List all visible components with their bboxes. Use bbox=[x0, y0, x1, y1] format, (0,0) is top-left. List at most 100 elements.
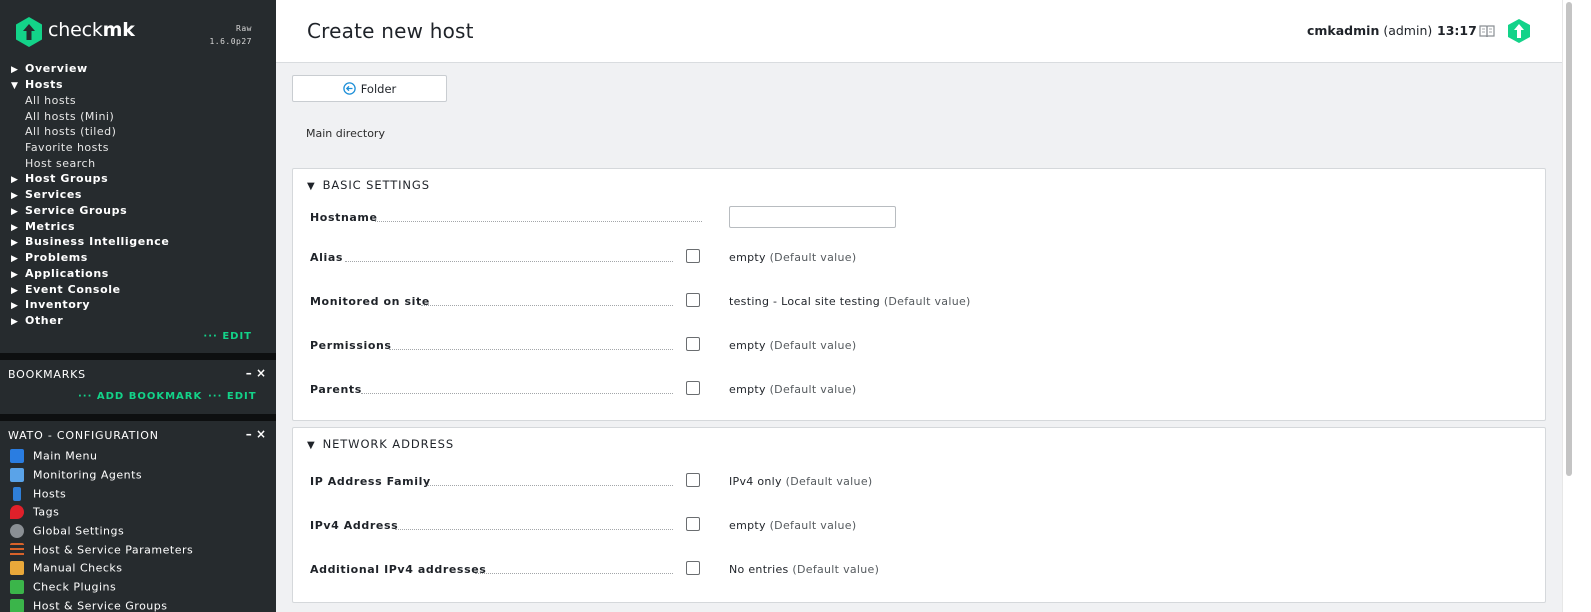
hostname-input[interactable] bbox=[729, 206, 896, 228]
network-address-header[interactable]: ▼ NETWORK ADDRESS bbox=[307, 437, 454, 451]
alias-value: empty (Default value) bbox=[729, 251, 857, 264]
plugin-icon bbox=[10, 580, 24, 594]
dotted-leader bbox=[395, 529, 673, 530]
dotted-leader bbox=[345, 261, 673, 262]
close-icon[interactable]: × bbox=[256, 427, 266, 441]
username: cmkadmin bbox=[1307, 23, 1380, 38]
folder-button[interactable]: Folder bbox=[292, 75, 447, 102]
expand-triangle-icon: ▶ bbox=[11, 65, 19, 75]
permissions-checkbox[interactable] bbox=[686, 337, 700, 351]
clock: 13:17 bbox=[1437, 23, 1477, 38]
logo-text: checkmk bbox=[48, 19, 135, 41]
checkmk-logo-icon[interactable] bbox=[16, 17, 42, 47]
page-title: Create new host bbox=[307, 19, 474, 43]
user-role: (admin) bbox=[1383, 23, 1433, 38]
expand-triangle-icon: ▶ bbox=[11, 317, 19, 327]
network-address-section: ▼ NETWORK ADDRESS IP Address Family IPv4 … bbox=[292, 427, 1546, 603]
ipv4-address-checkbox[interactable] bbox=[686, 517, 700, 531]
scrollbar-thumb[interactable] bbox=[1566, 2, 1572, 476]
page-scrollbar[interactable] bbox=[1562, 0, 1591, 612]
page-header: Create new host cmkadmin (admin) 13:17 bbox=[276, 0, 1562, 63]
wato-item-hosts[interactable]: Hosts bbox=[10, 487, 66, 503]
bookmarks-controls: – × bbox=[246, 366, 266, 380]
dotted-leader bbox=[361, 393, 673, 394]
bookmarks-title: BOOKMARKS bbox=[8, 368, 86, 381]
sidebar-item-services[interactable]: ▶ Services bbox=[11, 188, 82, 201]
wato-item-check-plugins[interactable]: Check Plugins bbox=[10, 580, 116, 596]
close-icon[interactable]: × bbox=[256, 366, 266, 380]
agent-icon bbox=[10, 468, 24, 482]
sidebar-subitem-all-hosts-mini[interactable]: All hosts (Mini) bbox=[25, 110, 114, 123]
ip-address-family-value: IPv4 only (Default value) bbox=[729, 475, 873, 488]
checkmk-header-logo-icon[interactable] bbox=[1508, 19, 1530, 43]
alias-row: Alias empty (Default value) bbox=[293, 248, 1545, 268]
expand-triangle-icon: ▶ bbox=[11, 270, 19, 280]
permissions-label: Permissions bbox=[310, 339, 392, 352]
sidebar-item-overview[interactable]: ▶ Overview bbox=[11, 62, 88, 75]
minimize-icon[interactable]: – bbox=[246, 427, 252, 441]
ip-address-family-row: IP Address Family IPv4 only (Default val… bbox=[293, 472, 1545, 492]
dotted-leader bbox=[421, 305, 673, 306]
sidebar-item-metrics[interactable]: ▶ Metrics bbox=[11, 220, 75, 233]
sidebar-item-inventory[interactable]: ▶ Inventory bbox=[11, 298, 90, 311]
folder-path: Main directory bbox=[306, 127, 385, 140]
dotted-leader bbox=[475, 573, 673, 574]
wato-item-host-service-parameters[interactable]: Host & Service Parameters bbox=[10, 543, 193, 559]
permissions-value: empty (Default value) bbox=[729, 339, 857, 352]
parents-checkbox[interactable] bbox=[686, 381, 700, 395]
hostname-row: Hostname bbox=[293, 206, 1545, 228]
wato-item-host-service-groups[interactable]: Host & Service Groups bbox=[10, 599, 168, 612]
sidebar-item-problems[interactable]: ▶ Problems bbox=[11, 251, 88, 264]
monitored-on-site-checkbox[interactable] bbox=[686, 293, 700, 307]
basic-settings-header[interactable]: ▼ BASIC SETTINGS bbox=[307, 178, 430, 192]
alias-checkbox[interactable] bbox=[686, 249, 700, 263]
wato-item-monitoring-agents[interactable]: Monitoring Agents bbox=[10, 468, 142, 484]
minimize-icon[interactable]: – bbox=[246, 366, 252, 380]
wato-item-manual-checks[interactable]: Manual Checks bbox=[10, 561, 123, 577]
wato-title: WATO - CONFIGURATION bbox=[8, 429, 159, 442]
collapse-triangle-icon: ▼ bbox=[307, 181, 316, 192]
expand-triangle-icon: ▶ bbox=[11, 191, 19, 201]
parents-label: Parents bbox=[310, 383, 362, 396]
parents-value: empty (Default value) bbox=[729, 383, 857, 396]
ipv4-address-label: IPv4 Address bbox=[310, 519, 399, 532]
sidebar-item-service-groups[interactable]: ▶ Service Groups bbox=[11, 204, 127, 217]
sidebar-item-event-console[interactable]: ▶ Event Console bbox=[11, 283, 121, 296]
monitored-on-site-row: Monitored on site testing - Local site t… bbox=[293, 292, 1545, 312]
additional-ipv4-checkbox[interactable] bbox=[686, 561, 700, 575]
wato-item-main-menu[interactable]: Main Menu bbox=[10, 449, 97, 465]
sidebar-item-host-groups[interactable]: ▶ Host Groups bbox=[11, 172, 108, 185]
bookmarks-snapin: BOOKMARKS – × ··· ADD BOOKMARK ··· EDIT bbox=[0, 360, 276, 414]
hand-icon bbox=[10, 561, 24, 575]
collapse-triangle-icon: ▼ bbox=[307, 440, 316, 451]
back-arrow-icon bbox=[342, 82, 356, 95]
user-info[interactable]: cmkadmin (admin) bbox=[1307, 23, 1432, 38]
sidebar-subitem-all-hosts-tiled[interactable]: All hosts (tiled) bbox=[25, 125, 116, 138]
permissions-row: Permissions empty (Default value) bbox=[293, 336, 1545, 356]
host-icon bbox=[13, 487, 21, 501]
dotted-leader bbox=[427, 485, 673, 486]
wato-item-tags[interactable]: Tags bbox=[10, 505, 59, 521]
bookmarks-edit-link[interactable]: ··· EDIT bbox=[208, 391, 257, 402]
ip-address-family-checkbox[interactable] bbox=[686, 473, 700, 487]
monitored-on-site-value: testing - Local site testing (Default va… bbox=[729, 295, 971, 308]
dotted-leader bbox=[389, 349, 673, 350]
hostname-label: Hostname bbox=[310, 211, 378, 224]
views-edit-link[interactable]: ··· EDIT bbox=[203, 331, 252, 342]
additional-ipv4-value: No entries (Default value) bbox=[729, 563, 880, 576]
add-bookmark-link[interactable]: ··· ADD BOOKMARK bbox=[78, 391, 202, 402]
sidebar-item-other[interactable]: ▶ Other bbox=[11, 314, 63, 327]
sidebar-item-hosts[interactable]: ▼ Hosts bbox=[11, 78, 63, 91]
wato-snapin: WATO - CONFIGURATION – × Main Menu Monit… bbox=[0, 421, 276, 612]
sidebar-subitem-favorite-hosts[interactable]: Favorite hosts bbox=[25, 141, 109, 154]
sidebar-subitem-all-hosts[interactable]: All hosts bbox=[25, 94, 76, 107]
ipv4-address-value: empty (Default value) bbox=[729, 519, 857, 532]
additional-ipv4-label: Additional IPv4 addresses bbox=[310, 563, 487, 576]
sidebar-subitem-host-search[interactable]: Host search bbox=[25, 157, 96, 170]
expand-triangle-icon: ▶ bbox=[11, 301, 19, 311]
wato-item-global-settings[interactable]: Global Settings bbox=[10, 524, 124, 540]
ipv4-address-row: IPv4 Address empty (Default value) bbox=[293, 516, 1545, 536]
book-icon[interactable] bbox=[1479, 24, 1495, 38]
sidebar-item-business-intelligence[interactable]: ▶ Business Intelligence bbox=[11, 235, 169, 248]
sidebar-item-applications[interactable]: ▶ Applications bbox=[11, 267, 109, 280]
